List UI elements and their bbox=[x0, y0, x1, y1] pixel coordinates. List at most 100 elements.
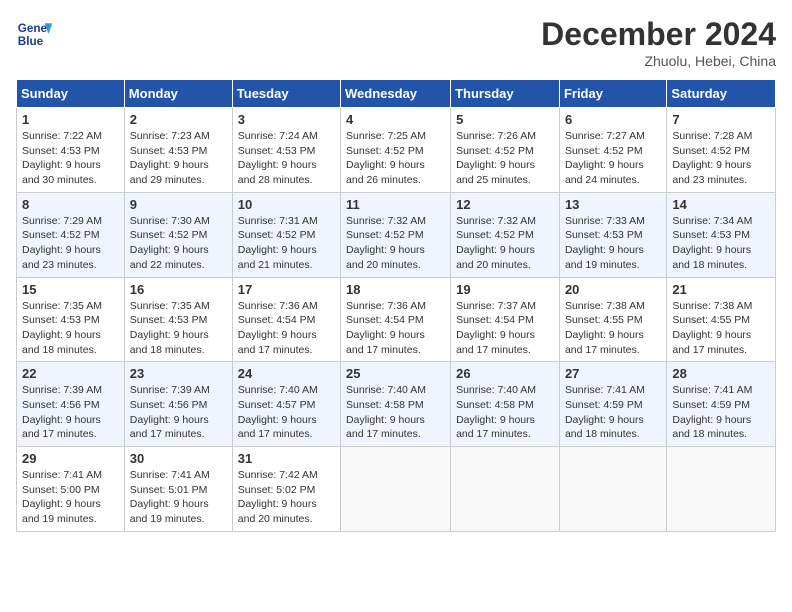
calendar-day-cell: 17 Sunrise: 7:36 AM Sunset: 4:54 PM Dayl… bbox=[232, 277, 340, 362]
day-number: 5 bbox=[456, 112, 554, 127]
daylight-label: Daylight: 9 hours and 17 minutes. bbox=[22, 414, 101, 441]
day-number: 14 bbox=[672, 197, 770, 212]
sunrise-label: Sunrise: 7:26 AM bbox=[456, 130, 536, 142]
sunset-label: Sunset: 4:54 PM bbox=[456, 314, 534, 326]
calendar-day-cell: 30 Sunrise: 7:41 AM Sunset: 5:01 PM Dayl… bbox=[124, 447, 232, 532]
day-number: 10 bbox=[238, 197, 335, 212]
calendar-day-cell bbox=[559, 447, 666, 532]
day-number: 27 bbox=[565, 366, 661, 381]
day-info: Sunrise: 7:28 AM Sunset: 4:52 PM Dayligh… bbox=[672, 129, 770, 188]
daylight-label: Daylight: 9 hours and 18 minutes. bbox=[565, 414, 644, 441]
sunset-label: Sunset: 4:52 PM bbox=[346, 229, 424, 241]
day-info: Sunrise: 7:32 AM Sunset: 4:52 PM Dayligh… bbox=[346, 214, 445, 273]
day-number: 24 bbox=[238, 366, 335, 381]
sunset-label: Sunset: 4:53 PM bbox=[672, 229, 750, 241]
day-number: 4 bbox=[346, 112, 445, 127]
calendar-day-cell: 5 Sunrise: 7:26 AM Sunset: 4:52 PM Dayli… bbox=[451, 108, 560, 193]
daylight-label: Daylight: 9 hours and 18 minutes. bbox=[22, 329, 101, 356]
day-info: Sunrise: 7:39 AM Sunset: 4:56 PM Dayligh… bbox=[130, 383, 227, 442]
day-info: Sunrise: 7:36 AM Sunset: 4:54 PM Dayligh… bbox=[346, 299, 445, 358]
sunset-label: Sunset: 4:56 PM bbox=[130, 399, 208, 411]
calendar-day-cell: 29 Sunrise: 7:41 AM Sunset: 5:00 PM Dayl… bbox=[17, 447, 125, 532]
sunset-label: Sunset: 4:52 PM bbox=[672, 145, 750, 157]
logo-icon: General Blue bbox=[16, 16, 52, 52]
daylight-label: Daylight: 9 hours and 17 minutes. bbox=[672, 329, 751, 356]
daylight-label: Daylight: 9 hours and 25 minutes. bbox=[456, 159, 535, 186]
day-number: 16 bbox=[130, 282, 227, 297]
sunrise-label: Sunrise: 7:34 AM bbox=[672, 215, 752, 227]
daylight-label: Daylight: 9 hours and 20 minutes. bbox=[456, 244, 535, 271]
day-number: 25 bbox=[346, 366, 445, 381]
daylight-label: Daylight: 9 hours and 30 minutes. bbox=[22, 159, 101, 186]
weekday-header-row: SundayMondayTuesdayWednesdayThursdayFrid… bbox=[17, 80, 776, 108]
daylight-label: Daylight: 9 hours and 17 minutes. bbox=[346, 329, 425, 356]
sunrise-label: Sunrise: 7:41 AM bbox=[130, 469, 210, 481]
sunset-label: Sunset: 4:52 PM bbox=[130, 229, 208, 241]
sunset-label: Sunset: 4:56 PM bbox=[22, 399, 100, 411]
day-number: 3 bbox=[238, 112, 335, 127]
daylight-label: Daylight: 9 hours and 23 minutes. bbox=[672, 159, 751, 186]
title-block: December 2024 Zhuolu, Hebei, China bbox=[541, 16, 776, 69]
day-number: 12 bbox=[456, 197, 554, 212]
calendar-day-cell: 2 Sunrise: 7:23 AM Sunset: 4:53 PM Dayli… bbox=[124, 108, 232, 193]
sunrise-label: Sunrise: 7:35 AM bbox=[22, 300, 102, 312]
sunrise-label: Sunrise: 7:28 AM bbox=[672, 130, 752, 142]
sunrise-label: Sunrise: 7:36 AM bbox=[346, 300, 426, 312]
calendar-day-cell: 18 Sunrise: 7:36 AM Sunset: 4:54 PM Dayl… bbox=[341, 277, 451, 362]
day-info: Sunrise: 7:36 AM Sunset: 4:54 PM Dayligh… bbox=[238, 299, 335, 358]
sunrise-label: Sunrise: 7:40 AM bbox=[456, 384, 536, 396]
weekday-header-cell: Wednesday bbox=[341, 80, 451, 108]
calendar-table: SundayMondayTuesdayWednesdayThursdayFrid… bbox=[16, 79, 776, 532]
daylight-label: Daylight: 9 hours and 28 minutes. bbox=[238, 159, 317, 186]
sunset-label: Sunset: 4:58 PM bbox=[456, 399, 534, 411]
calendar-body: 1 Sunrise: 7:22 AM Sunset: 4:53 PM Dayli… bbox=[17, 108, 776, 532]
daylight-label: Daylight: 9 hours and 19 minutes. bbox=[22, 498, 101, 525]
daylight-label: Daylight: 9 hours and 18 minutes. bbox=[130, 329, 209, 356]
day-number: 13 bbox=[565, 197, 661, 212]
sunset-label: Sunset: 4:55 PM bbox=[565, 314, 643, 326]
day-number: 22 bbox=[22, 366, 119, 381]
day-number: 31 bbox=[238, 451, 335, 466]
sunset-label: Sunset: 4:53 PM bbox=[22, 145, 100, 157]
svg-text:Blue: Blue bbox=[18, 35, 44, 48]
calendar-week-row: 8 Sunrise: 7:29 AM Sunset: 4:52 PM Dayli… bbox=[17, 192, 776, 277]
calendar-day-cell: 1 Sunrise: 7:22 AM Sunset: 4:53 PM Dayli… bbox=[17, 108, 125, 193]
daylight-label: Daylight: 9 hours and 19 minutes. bbox=[130, 498, 209, 525]
day-info: Sunrise: 7:40 AM Sunset: 4:58 PM Dayligh… bbox=[346, 383, 445, 442]
logo: General Blue bbox=[16, 16, 52, 52]
calendar-day-cell: 23 Sunrise: 7:39 AM Sunset: 4:56 PM Dayl… bbox=[124, 362, 232, 447]
sunrise-label: Sunrise: 7:30 AM bbox=[130, 215, 210, 227]
daylight-label: Daylight: 9 hours and 23 minutes. bbox=[22, 244, 101, 271]
calendar-day-cell bbox=[341, 447, 451, 532]
sunset-label: Sunset: 4:57 PM bbox=[238, 399, 316, 411]
calendar-day-cell: 13 Sunrise: 7:33 AM Sunset: 4:53 PM Dayl… bbox=[559, 192, 666, 277]
weekday-header-cell: Thursday bbox=[451, 80, 560, 108]
sunrise-label: Sunrise: 7:38 AM bbox=[672, 300, 752, 312]
day-info: Sunrise: 7:40 AM Sunset: 4:57 PM Dayligh… bbox=[238, 383, 335, 442]
day-info: Sunrise: 7:37 AM Sunset: 4:54 PM Dayligh… bbox=[456, 299, 554, 358]
daylight-label: Daylight: 9 hours and 17 minutes. bbox=[130, 414, 209, 441]
day-info: Sunrise: 7:42 AM Sunset: 5:02 PM Dayligh… bbox=[238, 468, 335, 527]
sunrise-label: Sunrise: 7:32 AM bbox=[456, 215, 536, 227]
day-number: 23 bbox=[130, 366, 227, 381]
sunset-label: Sunset: 4:52 PM bbox=[456, 229, 534, 241]
day-number: 20 bbox=[565, 282, 661, 297]
location: Zhuolu, Hebei, China bbox=[541, 53, 776, 69]
sunrise-label: Sunrise: 7:41 AM bbox=[565, 384, 645, 396]
day-info: Sunrise: 7:40 AM Sunset: 4:58 PM Dayligh… bbox=[456, 383, 554, 442]
sunset-label: Sunset: 4:52 PM bbox=[565, 145, 643, 157]
weekday-header-cell: Friday bbox=[559, 80, 666, 108]
calendar-week-row: 1 Sunrise: 7:22 AM Sunset: 4:53 PM Dayli… bbox=[17, 108, 776, 193]
sunrise-label: Sunrise: 7:22 AM bbox=[22, 130, 102, 142]
calendar-day-cell: 11 Sunrise: 7:32 AM Sunset: 4:52 PM Dayl… bbox=[341, 192, 451, 277]
sunrise-label: Sunrise: 7:33 AM bbox=[565, 215, 645, 227]
day-number: 15 bbox=[22, 282, 119, 297]
sunrise-label: Sunrise: 7:41 AM bbox=[672, 384, 752, 396]
daylight-label: Daylight: 9 hours and 29 minutes. bbox=[130, 159, 209, 186]
calendar-day-cell: 26 Sunrise: 7:40 AM Sunset: 4:58 PM Dayl… bbox=[451, 362, 560, 447]
day-number: 21 bbox=[672, 282, 770, 297]
sunset-label: Sunset: 5:02 PM bbox=[238, 484, 316, 496]
sunrise-label: Sunrise: 7:39 AM bbox=[22, 384, 102, 396]
calendar-day-cell: 8 Sunrise: 7:29 AM Sunset: 4:52 PM Dayli… bbox=[17, 192, 125, 277]
calendar-day-cell: 20 Sunrise: 7:38 AM Sunset: 4:55 PM Dayl… bbox=[559, 277, 666, 362]
